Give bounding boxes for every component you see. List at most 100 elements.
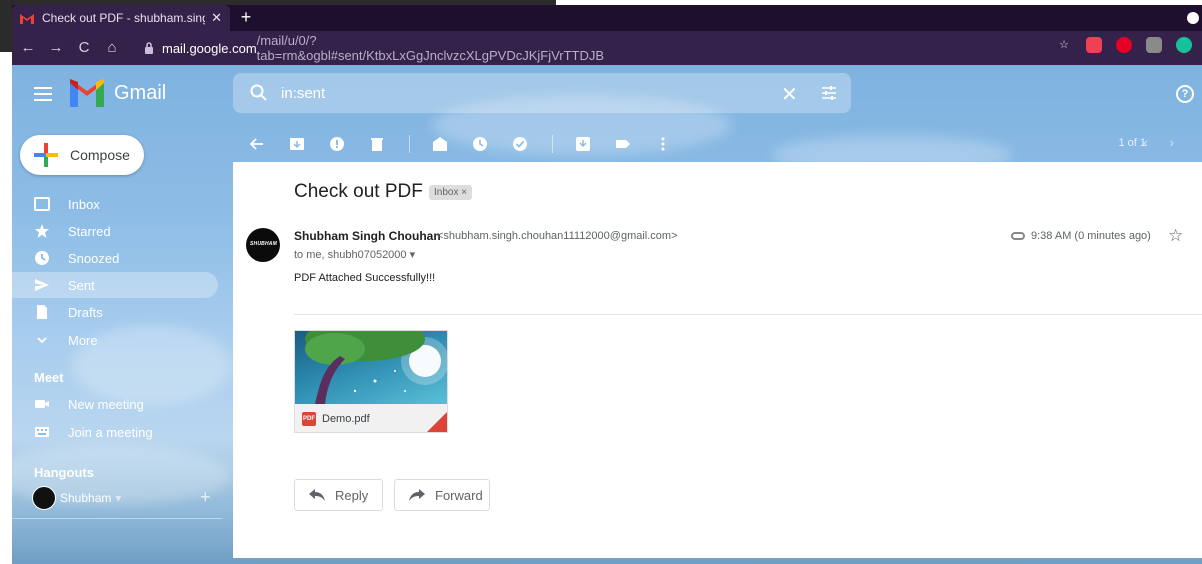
gmail-favicon-icon	[20, 13, 34, 24]
sidebar-item-more[interactable]: More	[12, 327, 218, 353]
back-to-sent-icon[interactable]	[249, 136, 265, 152]
pdf-file-icon: PDF	[302, 412, 316, 426]
toolbar-divider	[409, 135, 410, 153]
url-host: mail.google.com	[162, 40, 257, 56]
gmail-logo-icon[interactable]	[70, 79, 104, 107]
move-to-icon[interactable]	[575, 136, 591, 152]
forward-icon	[409, 489, 425, 501]
report-spam-icon[interactable]	[329, 136, 345, 152]
star-message-icon[interactable]: ☆	[1168, 226, 1183, 246]
mark-unread-icon[interactable]	[432, 136, 448, 152]
pager-text: 1 of 1	[1118, 137, 1146, 149]
trash-icon[interactable]	[369, 136, 385, 152]
gmail-app: Gmail ✕ ? Compose Inbox Starred Snoozed …	[12, 65, 1202, 564]
reply-button[interactable]: Reply	[294, 479, 383, 511]
message-time: 9:38 AM (0 minutes ago)	[1011, 230, 1151, 242]
tab-title: Check out PDF - shubham.singh.	[42, 11, 206, 25]
inbox-label-chip[interactable]: Inbox ×	[429, 185, 473, 200]
message-subject: Check out PDF	[294, 181, 423, 202]
attachment-indicator-icon	[1011, 232, 1025, 240]
sidebar-item-snoozed[interactable]: Snoozed	[12, 245, 218, 271]
search-icon[interactable]	[249, 83, 269, 103]
snooze-icon[interactable]	[472, 136, 488, 152]
new-tab-button[interactable]: +	[236, 6, 256, 28]
message-toolbar: 1 of 1 ‹›	[233, 127, 1202, 161]
sidebar-divider	[12, 518, 222, 519]
reply-label: Reply	[335, 487, 369, 503]
lock-icon	[144, 42, 154, 54]
message-body: PDF Attached Successfully!!!	[294, 272, 436, 284]
back-icon[interactable]: ←	[16, 36, 40, 60]
pdf-corner-fold	[427, 412, 447, 432]
sidebar-item-join-meeting[interactable]: Join a meeting	[12, 419, 218, 445]
main-menu-icon[interactable]	[34, 87, 52, 101]
clear-search-icon[interactable]: ✕	[781, 82, 798, 107]
sender-email: <shubham.singh.chouhan11112000@gmail.com…	[437, 230, 678, 242]
pinterest-extension-icon[interactable]	[1116, 37, 1132, 53]
gmail-wordmark: Gmail	[114, 82, 167, 104]
compose-plus-icon	[34, 143, 58, 167]
video-camera-icon	[34, 396, 50, 412]
compose-label: Compose	[70, 147, 130, 163]
url-path: /mail/u/0/?tab=rm&ogbl#sent/KtbxLxGgJncl…	[256, 33, 605, 63]
sidebar-item-label: Snoozed	[68, 250, 120, 266]
pager-arrows[interactable]: ‹›	[1143, 135, 1196, 150]
sidebar-item-label: Drafts	[68, 304, 103, 320]
send-icon	[34, 277, 50, 293]
reload-icon[interactable]: C	[72, 36, 96, 60]
extension-icons: ☆	[1056, 37, 1192, 53]
window-edge-left	[0, 0, 12, 52]
sidebar-item-label: Sent	[68, 277, 95, 293]
sender-name: Shubham Singh Chouhan	[294, 229, 441, 243]
browser-menu-icon[interactable]	[1187, 12, 1199, 24]
hangouts-heading: Hangouts	[34, 465, 94, 480]
bookmark-star-icon[interactable]: ☆	[1056, 37, 1072, 53]
forward-button[interactable]: Forward	[394, 479, 490, 511]
extension-icon[interactable]	[1146, 37, 1162, 53]
hangouts-dropdown-icon[interactable]: ▾	[115, 491, 121, 505]
sidebar-item-drafts[interactable]: Drafts	[12, 299, 218, 325]
search-bar: ✕	[233, 73, 851, 113]
message-pane: Check out PDF Inbox × SHUBHAM Shubham Si…	[233, 162, 1202, 558]
add-to-tasks-icon[interactable]	[512, 136, 528, 152]
recipient-details[interactable]: to me, shubh07052000 ▾	[294, 248, 415, 261]
attachment-card[interactable]: PDF Demo.pdf	[294, 330, 448, 433]
attachment-thumbnail	[295, 331, 447, 404]
more-options-icon[interactable]	[655, 136, 671, 152]
clock-icon	[34, 250, 50, 266]
message-time-text: 9:38 AM (0 minutes ago)	[1031, 230, 1151, 242]
chevron-down-icon	[34, 332, 50, 348]
search-options-icon[interactable]	[819, 83, 839, 103]
search-input[interactable]	[281, 84, 761, 102]
draft-icon	[34, 304, 50, 320]
keyboard-icon	[34, 424, 50, 440]
meet-heading: Meet	[34, 370, 64, 385]
home-icon[interactable]: ⌂	[100, 36, 124, 60]
sidebar-item-sent[interactable]: Sent	[12, 272, 218, 298]
archive-icon[interactable]	[289, 136, 305, 152]
tab-close-icon[interactable]: ✕	[211, 10, 222, 26]
pocket-extension-icon[interactable]	[1086, 37, 1102, 53]
sidebar-item-label: Inbox	[68, 196, 100, 212]
sidebar-item-inbox[interactable]: Inbox	[12, 191, 218, 217]
sidebar-item-starred[interactable]: Starred	[12, 218, 218, 244]
add-hangout-icon[interactable]: +	[200, 487, 211, 508]
hangouts-user[interactable]: Shubham ▾ +	[32, 485, 222, 511]
forward-icon[interactable]: →	[44, 36, 68, 60]
browser-tab[interactable]: Check out PDF - shubham.singh. ✕	[12, 5, 230, 31]
sidebar-item-new-meeting[interactable]: New meeting	[12, 391, 218, 417]
attachment-filename: Demo.pdf	[322, 413, 370, 425]
sidebar-item-label: Starred	[68, 223, 111, 239]
attachment-footer: PDF Demo.pdf	[295, 404, 447, 432]
avatar-brand-text: SHUBHAM	[250, 241, 277, 247]
compose-button[interactable]: Compose	[20, 135, 144, 175]
label-icon[interactable]	[615, 136, 631, 152]
grammarly-extension-icon[interactable]	[1176, 37, 1192, 53]
hangouts-user-name: Shubham	[60, 491, 112, 505]
help-icon[interactable]: ?	[1176, 85, 1194, 103]
sidebar-item-label: More	[68, 332, 98, 348]
reply-icon	[309, 489, 325, 501]
sidebar-item-label: Join a meeting	[68, 424, 153, 440]
sidebar-item-label: New meeting	[68, 396, 144, 412]
sender-avatar[interactable]: SHUBHAM	[246, 228, 280, 262]
